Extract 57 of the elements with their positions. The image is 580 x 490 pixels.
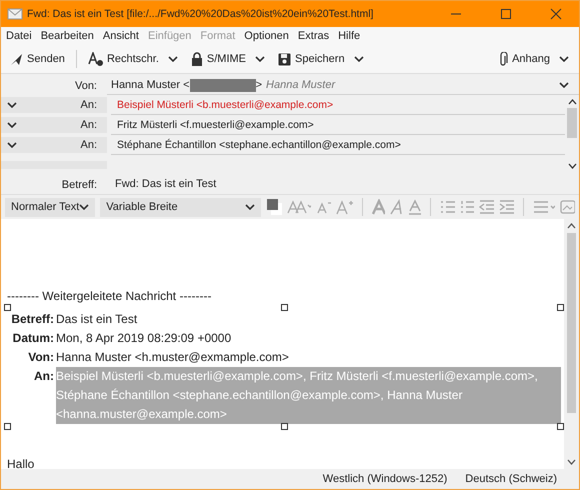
font-dropdown[interactable]: Variable Breite bbox=[100, 198, 261, 216]
forward-separator: -------- Weitergeleitete Nachricht -------- bbox=[7, 289, 212, 303]
header-label: Datum: bbox=[12, 330, 54, 347]
scroll-down-icon[interactable] bbox=[567, 459, 576, 465]
spellcheck-icon bbox=[88, 52, 103, 66]
toolbar-button[interactable]: Rechtschr. bbox=[84, 49, 162, 69]
envelope-icon bbox=[7, 7, 23, 21]
scroll-thumb[interactable] bbox=[567, 108, 577, 138]
save-icon bbox=[278, 52, 292, 66]
toolbar-button[interactable]: S/MIME bbox=[188, 49, 250, 69]
recipient-type-dropdown[interactable]: An: bbox=[1, 117, 107, 133]
recipient-field[interactable]: Stéphane Échantillon <stephane.echantillon@example.com> bbox=[111, 136, 565, 154]
recipient-field[interactable]: Fritz Müsterli <f.muesterli@example.com> bbox=[111, 116, 565, 134]
header-label: Von: bbox=[27, 349, 54, 366]
scroll-down-icon[interactable] bbox=[568, 163, 576, 169]
scroll-up-icon[interactable] bbox=[568, 99, 576, 105]
resize-handle[interactable] bbox=[281, 423, 288, 430]
from-label: Von: bbox=[74, 80, 98, 92]
encoding-status[interactable]: Westlich (Windows-1252) bbox=[322, 473, 448, 485]
header-label: Betreff: bbox=[10, 311, 54, 328]
lock-icon bbox=[190, 52, 203, 66]
attach-button[interactable]: Anhang bbox=[496, 48, 553, 70]
menu-item[interactable]: Hilfe bbox=[338, 30, 360, 42]
resize-handle[interactable] bbox=[281, 304, 288, 311]
menu-item[interactable]: Optionen bbox=[244, 30, 289, 42]
header-value: Das ist ein Test bbox=[56, 312, 138, 326]
window-title: Fwd: Das ist ein Test [file:/.../Fwd%20%20Das%20ist%20ein%20Test.html] bbox=[27, 8, 374, 20]
scroll-thumb[interactable] bbox=[567, 233, 576, 413]
paperclip-icon bbox=[499, 52, 508, 66]
toolbar-button[interactable]: Speichern bbox=[275, 50, 348, 68]
text-color-icon[interactable] bbox=[266, 198, 282, 216]
menu-item[interactable]: Ansicht bbox=[102, 30, 139, 42]
header-value: Hanna Muster <h.muster@exmample.com> bbox=[56, 350, 289, 364]
scroll-up-icon[interactable] bbox=[567, 223, 576, 229]
body-text: Hallo bbox=[7, 457, 36, 471]
close-icon bbox=[550, 8, 562, 20]
maximize-icon bbox=[500, 8, 512, 20]
recipient-type-dropdown[interactable]: An: bbox=[1, 97, 107, 113]
recipient-field[interactable]: Beispiel Müsterli <b.muesterli@example.com> bbox=[111, 96, 565, 114]
resize-handle[interactable] bbox=[4, 423, 11, 430]
menu-item[interactable]: Extras bbox=[298, 30, 330, 42]
resize-handle[interactable] bbox=[557, 423, 564, 430]
toolbar-button[interactable]: Senden bbox=[7, 50, 68, 68]
subject-field[interactable]: Fwd: Das ist ein Test bbox=[107, 174, 579, 195]
paragraph-format-dropdown[interactable]: Normaler Text bbox=[5, 198, 96, 216]
subject-label: Betreff: bbox=[60, 178, 98, 190]
menu-item[interactable]: Datei bbox=[6, 30, 32, 42]
redacted-block bbox=[190, 78, 256, 92]
from-field[interactable]: Hanna Muster < > Hanna Muster bbox=[107, 76, 579, 95]
menu-item[interactable]: Bearbeiten bbox=[40, 30, 94, 42]
recipient-type-dropdown[interactable]: An: bbox=[1, 137, 107, 153]
resize-handle[interactable] bbox=[4, 304, 11, 311]
resize-handle[interactable] bbox=[557, 304, 564, 311]
language-status[interactable]: Deutsch (Schweiz) bbox=[465, 473, 557, 485]
header-label: An: bbox=[33, 368, 54, 385]
header-value: Beispiel Müsterli <b.muesterli@example.com>, Fritz Müsterli <f.muesterli@example.com>, Stéphane Échantillon <stephane.echantillon@example.com>, Hanna Muster <hanna.muster@example.com> bbox=[56, 367, 561, 424]
header-value: Mon, 8 Apr 2019 08:29:09 +0000 bbox=[56, 331, 232, 345]
